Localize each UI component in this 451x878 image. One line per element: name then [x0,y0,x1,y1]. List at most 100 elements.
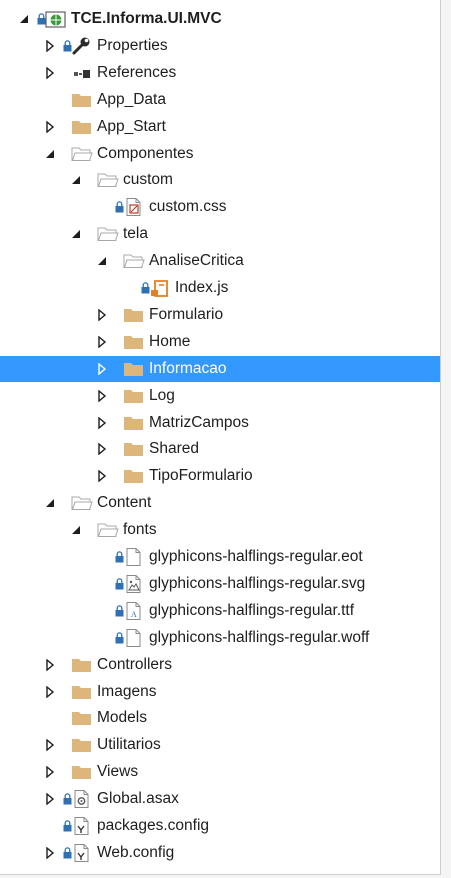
tree-item-properties[interactable]: Properties [0,33,440,59]
expand-arrow-icon[interactable] [44,759,58,785]
folder-open-icon [123,251,145,271]
folder-open-icon [71,493,93,513]
expand-arrow-icon[interactable] [44,732,58,758]
expand-arrow-icon[interactable] [44,652,58,678]
tree-item-label: Content [97,494,152,512]
tree-item-log[interactable]: Log [0,383,440,409]
tree-item-label: Models [97,709,147,727]
folder-icon [123,332,145,352]
tree-item-glyphicons-halflings-regular-svg[interactable]: glyphicons-halflings-regular.svg [0,571,440,597]
tree-item-label: App_Data [97,90,166,108]
expand-arrow-icon[interactable] [96,356,110,382]
tree-item-label: glyphicons-halflings-regular.svg [149,574,366,592]
tree-item-label: Views [97,763,139,781]
tree-item-custom-css[interactable]: custom.css [0,194,440,220]
tree-item-glyphicons-halflings-regular-woff[interactable]: glyphicons-halflings-regular.woff [0,625,440,651]
tree-item-informacao[interactable]: Informacao [0,355,440,382]
expand-arrow-icon[interactable] [96,383,110,409]
tree-item-label: Index.js [175,279,229,296]
svg-text:A: A [131,610,137,619]
folder-icon [123,359,145,379]
tree-item-label: glyphicons-halflings-regular.ttf [149,601,355,619]
tree-item-label: TCE.Informa.UI.MVC [71,10,222,27]
tree-item-index-js[interactable]: Index.js [0,275,440,301]
expand-arrow-icon[interactable] [44,60,58,86]
tree-item-label: custom [123,171,173,189]
expand-arrow-icon[interactable] [96,463,110,489]
folder-open-icon [97,170,119,190]
expand-arrow-icon[interactable] [96,302,110,328]
expand-arrow-icon[interactable] [44,840,58,866]
tree-item-matrizcampos[interactable]: MatrizCampos [0,410,440,436]
tree-item-label: Imagens [97,682,157,700]
folder-open-icon [71,144,93,164]
folder-icon [123,439,145,459]
tree-item-global-asax[interactable]: Global.asax [0,786,440,812]
tree-item-custom[interactable]: custom [0,167,440,193]
js-file-icon [149,278,171,298]
tree-item-label: tela [123,225,148,243]
tree-item-formulario[interactable]: Formulario [0,302,440,328]
collapse-arrow-icon[interactable] [96,248,110,274]
tree-item-references[interactable]: References [0,60,440,86]
folder-icon [71,655,93,675]
tree-item-label: glyphicons-halflings-regular.eot [149,548,363,565]
tree-item-controllers[interactable]: Controllers [0,652,440,678]
expand-arrow-icon[interactable] [96,329,110,355]
tree-item-label: Componentes [97,144,194,162]
tree-item-label: packages.config [97,817,210,834]
folder-icon [123,413,145,433]
font-file-icon: A [123,601,145,621]
expand-arrow-icon[interactable] [44,33,58,59]
tree-item-shared[interactable]: Shared [0,436,440,462]
folder-icon [71,762,93,782]
tree-item-app-data[interactable]: App_Data [0,87,440,113]
tree-item-tela[interactable]: tela [0,221,440,247]
file-icon [123,628,145,648]
folder-icon [123,305,145,325]
tree-item-label: Informacao [149,359,227,377]
collapse-arrow-icon[interactable] [70,221,84,247]
folder-icon [123,466,145,486]
collapse-arrow-icon[interactable] [44,490,58,516]
tree-item-views[interactable]: Views [0,759,440,785]
collapse-arrow-icon[interactable] [18,6,32,32]
collapse-arrow-icon[interactable] [70,167,84,193]
tree-item-label: Properties [97,36,168,54]
tree-item-glyphicons-halflings-regular-ttf[interactable]: Aglyphicons-halflings-regular.ttf [0,598,440,624]
expand-arrow-icon[interactable] [96,410,110,436]
expand-arrow-icon[interactable] [44,786,58,812]
tree-item-label: custom.css [149,198,227,216]
folder-icon [71,682,93,702]
tree-item-label: Web.config [97,843,175,861]
tree-item-models[interactable]: Models [0,705,440,731]
collapse-arrow-icon[interactable] [70,517,84,543]
folder-icon [71,708,93,728]
tree-item-app-start[interactable]: App_Start [0,114,440,140]
tree-item-label: Formulario [149,305,224,323]
tree-item-imagens[interactable]: Imagens [0,679,440,705]
expand-arrow-icon[interactable] [44,114,58,140]
tree-item-label: References [97,63,177,81]
tree-item-label: Controllers [97,655,172,673]
tree-item-label: Utilitarios [97,736,161,754]
tree-item-analisecritica[interactable]: AnaliseCritica [0,248,440,274]
expand-arrow-icon[interactable] [44,679,58,705]
tree-item-packages-config[interactable]: packages.config [0,813,440,839]
tree-item-utilitarios[interactable]: Utilitarios [0,732,440,758]
folder-icon [71,117,93,137]
asax-file-icon [71,789,93,809]
tree-item-tipoformulario[interactable]: TipoFormulario [0,463,440,489]
tree-item-glyphicons-halflings-regular-eot[interactable]: glyphicons-halflings-regular.eot [0,544,440,570]
tree-item-content[interactable]: Content [0,490,440,516]
tree-item-fonts[interactable]: fonts [0,517,440,543]
image-file-icon [123,574,145,594]
tree-item-componentes[interactable]: Componentes [0,141,440,167]
collapse-arrow-icon[interactable] [44,141,58,167]
tree-item-home[interactable]: Home [0,329,440,355]
solution-explorer-tree[interactable]: TCE.Informa.UI.MVC Properties References Ap… [0,0,441,875]
tree-item-web-config[interactable]: Web.config [0,840,440,866]
references-icon [71,63,93,83]
tree-item-tce-informa-ui-mvc[interactable]: TCE.Informa.UI.MVC [0,6,440,32]
expand-arrow-icon[interactable] [96,436,110,462]
